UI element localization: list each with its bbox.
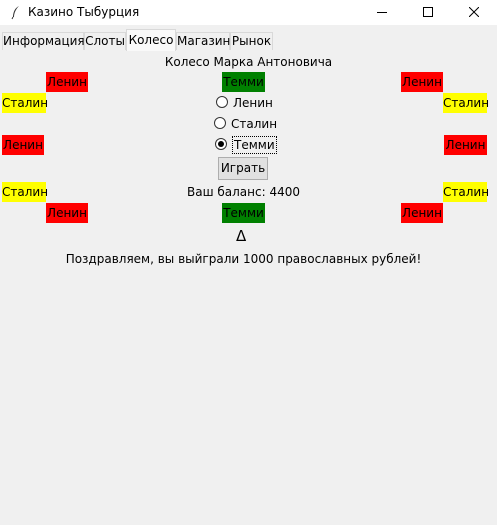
tab-wheel[interactable]: Колесо (126, 29, 176, 51)
result-message: Поздравляем, вы выйграли 1000 православн… (65, 252, 422, 266)
radio-circle (215, 138, 227, 150)
wheel-panel: Колесо Марка Антоновича Ленин Темми Лени… (0, 51, 497, 525)
wheel-pointer: Δ (236, 227, 247, 245)
radio-circle (216, 96, 228, 108)
maximize-button[interactable] (405, 0, 451, 25)
segment-stalin: Сталин (443, 93, 489, 113)
bet-radio-temmi[interactable]: Темми (215, 135, 277, 155)
play-button[interactable]: Играть (218, 157, 268, 180)
segment-lenin: Ленин (401, 203, 443, 223)
tab-shop[interactable]: Магазин (176, 32, 230, 50)
tab-market[interactable]: Рынок (230, 32, 273, 50)
segment-lenin: Ленин (2, 135, 44, 155)
tab-bar: Информация Слоты Колесо Магазин Рынок (0, 29, 497, 51)
title-bar: Казино Тыбурция (0, 0, 497, 25)
maximize-icon (423, 7, 433, 17)
wheel-title: Колесо Марка Антоновича (164, 55, 333, 69)
bet-radio-stalin[interactable]: Сталин (214, 114, 278, 134)
feather-icon (11, 6, 19, 20)
segment-lenin: Ленин (401, 72, 443, 92)
minimize-icon (377, 12, 387, 13)
close-icon (469, 7, 479, 17)
segment-lenin: Ленин (46, 203, 88, 223)
close-button[interactable] (451, 0, 497, 25)
segment-temmi: Темми (222, 203, 265, 223)
radio-label: Ленин (233, 96, 273, 110)
segment-temmi: Темми (222, 72, 265, 92)
tab-slots[interactable]: Слоты (84, 32, 126, 50)
radio-label: Сталин (231, 117, 278, 131)
radio-selected-dot (218, 141, 224, 147)
segment-stalin: Сталин (2, 93, 48, 113)
segment-lenin: Ленин (46, 72, 88, 92)
balance-label: Ваш баланс: 4400 (187, 185, 300, 199)
tab-info[interactable]: Информация (2, 32, 85, 50)
bet-radio-lenin[interactable]: Ленин (216, 93, 276, 113)
segment-lenin: Ленин (444, 135, 487, 155)
radio-label: Темми (232, 136, 277, 154)
minimize-button[interactable] (359, 0, 405, 25)
window-title: Казино Тыбурция (28, 5, 140, 19)
radio-circle (214, 117, 226, 129)
